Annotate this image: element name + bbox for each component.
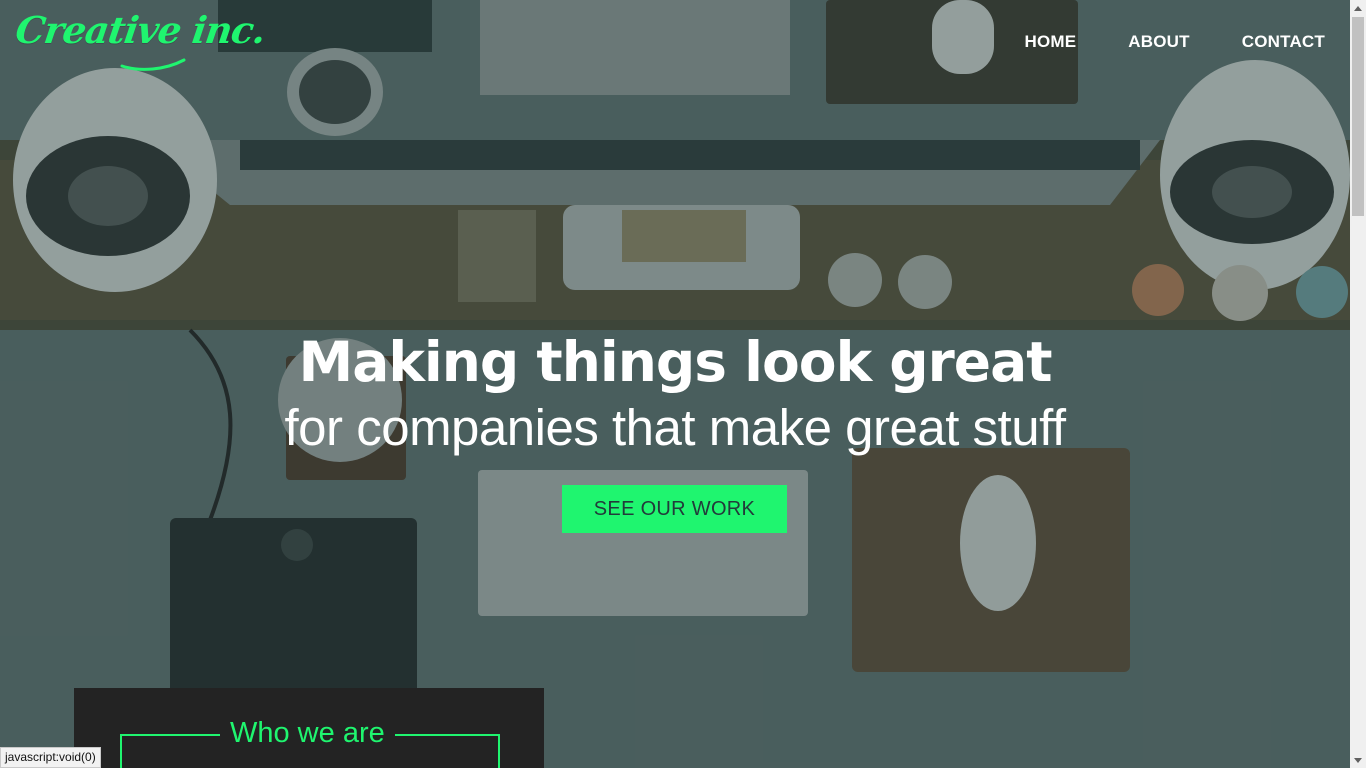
page-scrollbar[interactable] — [1350, 0, 1366, 768]
hero-headline: Making things look great — [298, 330, 1052, 394]
who-we-are-panel: Who we are — [74, 688, 544, 768]
landing-page: Creative inc. HOME ABOUT CONTACT Making … — [0, 0, 1366, 768]
browser-status-bar: javascript:void(0) — [0, 747, 101, 768]
nav-item-home[interactable]: HOME — [1024, 32, 1076, 52]
who-we-are-title: Who we are — [220, 717, 395, 750]
brand-logo-text: Creative inc. — [12, 8, 268, 52]
scroll-up-arrow-icon[interactable] — [1350, 0, 1366, 16]
hero-subheadline: for companies that make great stuff — [284, 399, 1066, 456]
main-nav: HOME ABOUT CONTACT — [1024, 32, 1325, 52]
see-our-work-button[interactable]: SEE OUR WORK — [562, 485, 787, 533]
scroll-down-arrow-icon[interactable] — [1350, 752, 1366, 768]
brand-logo[interactable]: Creative inc. — [13, 8, 268, 52]
scrollbar-thumb[interactable] — [1352, 17, 1364, 216]
nav-item-about[interactable]: ABOUT — [1128, 32, 1189, 52]
nav-item-contact[interactable]: CONTACT — [1242, 32, 1325, 52]
logo-swash-icon — [120, 58, 186, 71]
